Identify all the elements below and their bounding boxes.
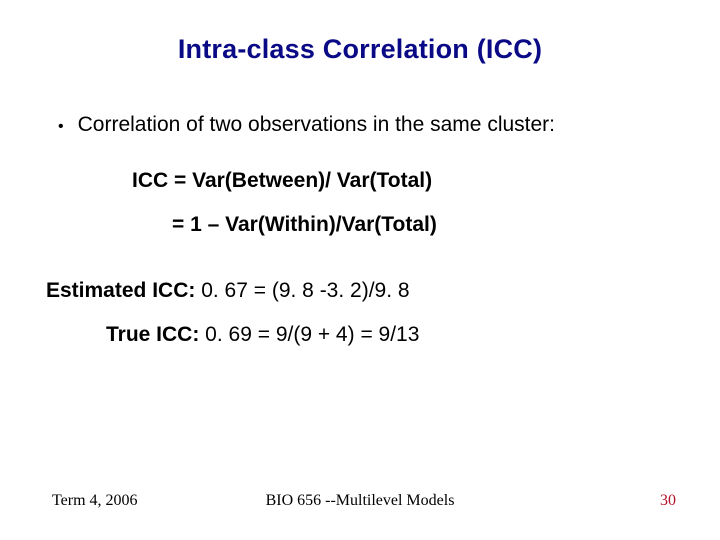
bullet-dot: •	[58, 116, 64, 137]
true-icc-line: True ICC: 0. 69 = 9/(9 + 4) = 9/13	[106, 323, 682, 347]
bullet-text: Correlation of two observations in the s…	[78, 113, 555, 137]
true-icc-value: 0. 69 = 9/(9 + 4) = 9/13	[199, 323, 419, 346]
slide: Intra-class Correlation (ICC) • Correlat…	[0, 0, 720, 540]
footer: Term 4, 2006 BIO 656 --Multilevel Models…	[0, 492, 720, 510]
estimated-icc-label: Estimated ICC:	[46, 279, 195, 302]
page-number: 30	[660, 492, 676, 510]
true-icc-label: True ICC:	[106, 323, 199, 346]
footer-course: BIO 656 --Multilevel Models	[266, 492, 455, 510]
bullet-item: • Correlation of two observations in the…	[58, 113, 682, 137]
equation-1: ICC = Var(Between)/ Var(Total)	[132, 169, 682, 193]
estimated-icc-value: 0. 67 = (9. 8 -3. 2)/9. 8	[195, 279, 409, 302]
estimated-icc-line: Estimated ICC: 0. 67 = (9. 8 -3. 2)/9. 8	[46, 279, 682, 303]
footer-term: Term 4, 2006	[52, 492, 138, 510]
equation-2: = 1 – Var(Within)/Var(Total)	[172, 213, 682, 237]
page-title: Intra-class Correlation (ICC)	[38, 34, 682, 65]
